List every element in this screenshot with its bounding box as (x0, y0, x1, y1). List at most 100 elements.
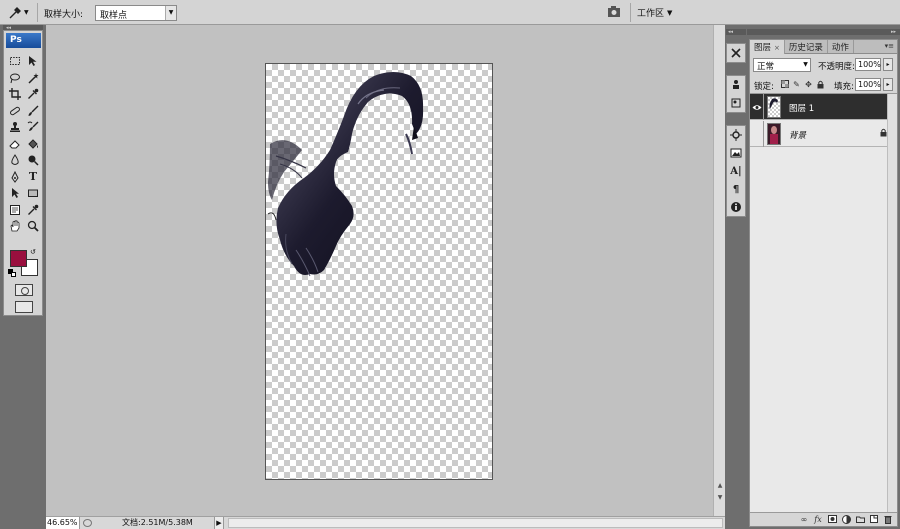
clone-source-panel-icon[interactable] (727, 76, 745, 94)
history-brush-icon[interactable] (24, 119, 42, 136)
image-panel-icon[interactable] (727, 144, 745, 162)
spot-healing-icon[interactable] (6, 103, 24, 120)
eyedropper-icon (9, 6, 21, 18)
link-layers-icon[interactable]: ∞ (799, 513, 809, 525)
type-icon[interactable]: T (24, 169, 42, 186)
visibility-eye-icon[interactable] (750, 94, 764, 120)
lock-pixels-icon[interactable]: ✎ (792, 79, 801, 89)
layers-scrollbar[interactable] (887, 94, 897, 514)
paint-bucket-icon[interactable] (24, 136, 42, 153)
panel-collapse-bar[interactable]: ▸▸ (747, 29, 900, 35)
crop-icon[interactable] (6, 86, 24, 103)
lock-transparency-icon[interactable] (780, 79, 789, 89)
lasso-icon[interactable] (6, 70, 24, 87)
scroll-down-icon[interactable]: ▼ (715, 493, 725, 503)
paragraph-panel-icon[interactable]: ¶ (727, 180, 745, 198)
fill-slider-arrow-icon[interactable]: ▸ (883, 78, 893, 91)
zoom-level-field[interactable]: 46.65% (46, 517, 80, 529)
hand-icon[interactable] (6, 218, 24, 235)
pen-icon[interactable] (6, 169, 24, 186)
lock-position-icon[interactable]: ✥ (804, 79, 813, 89)
blend-mode-value: 正常 (757, 62, 775, 72)
horizontal-scrollbar[interactable] (228, 518, 723, 528)
opacity-input[interactable]: 100% (855, 58, 881, 71)
dodge-icon[interactable] (24, 152, 42, 169)
layer-mask-icon[interactable] (827, 513, 837, 525)
opacity-slider-arrow-icon[interactable]: ▸ (883, 58, 893, 71)
lock-all-icon[interactable] (816, 79, 825, 89)
screen-mode-button[interactable] (15, 301, 33, 313)
layer-style-icon[interactable]: fx (813, 513, 823, 525)
character-panel-icon[interactable]: A| (727, 162, 745, 180)
sample-size-label: 取样大小: (44, 10, 84, 20)
blur-icon[interactable] (6, 152, 24, 169)
layer-row-background[interactable]: 背景 (750, 121, 897, 147)
workspace-switch-icon[interactable] (606, 4, 624, 20)
status-menu-arrow-icon[interactable]: ▶ (214, 517, 224, 529)
marquee-icon[interactable] (6, 53, 24, 70)
brush-icon[interactable] (24, 103, 42, 120)
quick-mask-button[interactable] (15, 284, 33, 296)
swap-colors-icon[interactable]: ↺ (30, 248, 36, 256)
layer-thumbnail (767, 96, 781, 118)
new-layer-icon[interactable] (869, 513, 879, 525)
toolbox: Ps T ↺ (3, 30, 43, 316)
workspace-menu-button[interactable]: 工作区 ▼ (637, 6, 673, 20)
layers-panel: 图层 × 历史记录 动作 ▾≡ 正常 ▼ 不透明度: 100% ▸ 锁定: ✎ ✥… (749, 39, 898, 527)
document-canvas[interactable] (265, 63, 493, 480)
notes-icon[interactable] (6, 202, 24, 219)
tab-history[interactable]: 历史记录 (785, 40, 828, 53)
blend-mode-select[interactable]: 正常 ▼ (753, 58, 811, 72)
navigator-panel-icon[interactable] (727, 126, 745, 144)
chevron-down-icon: ▼ (667, 8, 673, 17)
scroll-up-icon[interactable]: ▲ (715, 481, 725, 491)
lock-buttons: ✎ ✥ (780, 79, 825, 89)
sample-size-select[interactable]: 取样点 ▼ (95, 5, 177, 21)
dock-collapse-bar[interactable]: ◂◂ (726, 29, 746, 35)
move-icon[interactable] (24, 53, 42, 70)
chevron-down-icon: ▼ (803, 61, 808, 68)
fill-input[interactable]: 100% (855, 78, 881, 91)
adjustment-layer-icon[interactable] (841, 513, 851, 525)
close-icon[interactable]: × (774, 44, 780, 52)
visibility-toggle[interactable] (750, 121, 764, 147)
eyedropper-icon[interactable] (24, 86, 42, 103)
rectangle-shape-icon[interactable] (24, 185, 42, 202)
panel-menu-icon[interactable]: ▾≡ (885, 42, 894, 50)
sample-size-value: 取样点 (100, 11, 128, 21)
options-bar: ▼ 取样大小: 取样点 ▼ 工作区 ▼ (0, 0, 900, 25)
layer-lock-icon (880, 128, 887, 139)
eraser-icon[interactable] (6, 136, 24, 153)
info-panel-icon[interactable] (727, 198, 745, 216)
brushes-panel-icon[interactable] (727, 44, 745, 62)
dock-group-clone (726, 75, 746, 113)
magic-wand-icon[interactable] (24, 70, 42, 87)
tab-layers-label: 图层 (754, 43, 772, 53)
vertical-scrollbar[interactable]: ▲ ▼ (713, 25, 725, 516)
delete-layer-icon[interactable] (883, 513, 893, 525)
hair-layer-image (267, 72, 424, 277)
zoom-icon[interactable] (24, 218, 42, 235)
layer-name[interactable]: 背景 (789, 129, 806, 141)
tool-presets-panel-icon[interactable] (727, 94, 745, 112)
layer-row-1[interactable]: 图层 1 (750, 94, 897, 120)
dock-group-brushes (726, 43, 746, 63)
zoom-preview-icon[interactable] (83, 519, 92, 527)
tab-actions[interactable]: 动作 (828, 40, 854, 53)
path-select-icon[interactable] (6, 185, 24, 202)
clone-stamp-icon[interactable] (6, 119, 24, 136)
status-bar: 46.65% 文档:2.51M/5.38M ▶ (46, 516, 725, 529)
new-group-icon[interactable] (855, 513, 865, 525)
tool-preset-picker[interactable]: ▼ (8, 4, 34, 21)
lock-label: 锁定: (754, 82, 774, 92)
tab-layers[interactable]: 图层 × (750, 40, 785, 54)
ps-logo[interactable]: Ps (6, 33, 41, 48)
layer-name[interactable]: 图层 1 (789, 102, 814, 114)
divider (37, 3, 38, 22)
default-colors-icon[interactable] (8, 269, 16, 277)
foreground-color-swatch[interactable] (10, 250, 27, 267)
chevron-down-icon: ▼ (24, 9, 29, 16)
eyedropper-2-icon[interactable] (24, 202, 42, 219)
layer-thumbnail (767, 123, 781, 145)
tools-grid: T (6, 53, 42, 235)
